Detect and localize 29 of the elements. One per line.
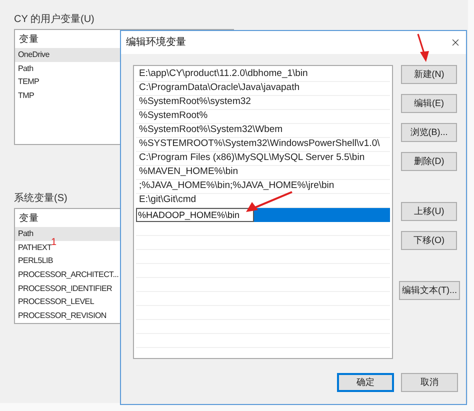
path-entry[interactable]: %MAVEN_HOME%\bin [136, 166, 390, 180]
group-label: CY 的用户变量(U) [14, 13, 94, 27]
annotation-label: 1 [51, 236, 57, 248]
path-entry[interactable]: ;%JAVA_HOME%\bin;%JAVA_HOME%\jre\bin [136, 180, 390, 194]
side-button[interactable]: 编辑文本(T)... [399, 281, 460, 300]
close-icon[interactable] [450, 37, 461, 48]
side-button[interactable]: 新建(N) [401, 65, 457, 84]
group-label: 系统变量(S) [14, 192, 68, 206]
side-button[interactable]: 浏览(B)... [401, 123, 457, 142]
column-header: 变量 [19, 33, 39, 48]
column-header: 变量 [19, 212, 39, 226]
path-input[interactable]: %HADOOP_HOME%\bin [136, 208, 254, 222]
side-button[interactable]: 删除(D) [401, 152, 457, 171]
dialog-button[interactable]: 取消 [401, 373, 458, 392]
path-entry[interactable]: C:\Program Files (x86)\MySQL\MySQL Server 5.5\bin [136, 152, 390, 166]
side-button[interactable]: 上移(U) [401, 202, 457, 221]
annotation-arrow [244, 190, 294, 214]
path-entry[interactable]: %SystemRoot%\System32\Wbem [136, 124, 390, 138]
path-entry[interactable]: %SystemRoot%\system32 [136, 96, 390, 110]
path-entry[interactable]: %SystemRoot% [136, 110, 390, 124]
path-entry[interactable]: %SYSTEMROOT%\System32\WindowsPowerShell\v1.0\ [136, 138, 390, 152]
side-button[interactable]: 下移(O) [401, 231, 457, 250]
path-entry[interactable]: E:\app\CY\product\11.2.0\dbhome_1\bin [136, 68, 390, 82]
annotation-arrow [415, 33, 431, 63]
editing-row[interactable]: %HADOOP_HOME%\bin [136, 208, 390, 222]
side-button[interactable]: 编辑(E) [401, 94, 457, 113]
dialog-button[interactable]: 确定 [337, 373, 394, 392]
path-entry[interactable]: C:\ProgramData\Oracle\Java\javapath [136, 82, 390, 96]
window-title: 编辑环境变量 [126, 36, 186, 50]
